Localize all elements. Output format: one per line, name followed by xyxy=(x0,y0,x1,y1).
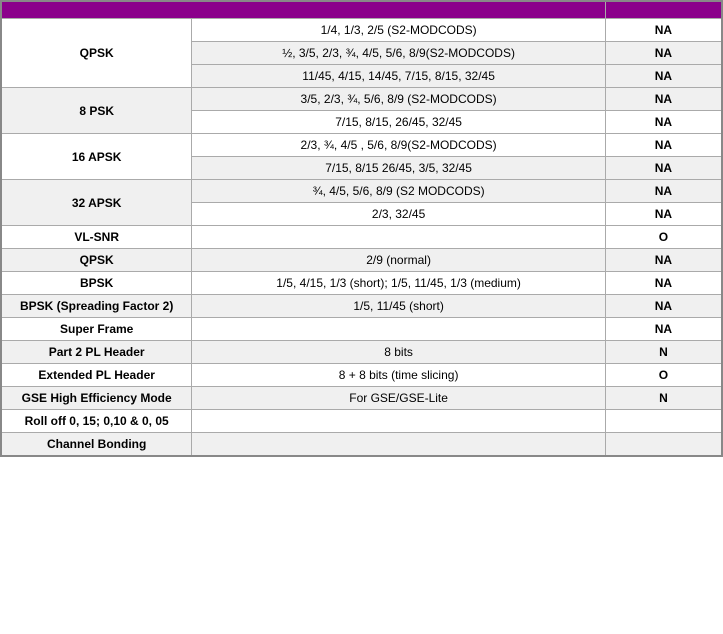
config-cell: 2/9 (normal) xyxy=(192,249,606,272)
modulation-cell: QPSK xyxy=(1,19,192,88)
header-row xyxy=(1,1,722,19)
config-cell: 1/5, 11/45 (short) xyxy=(192,295,606,318)
table-row: BPSK1/5, 4/15, 1/3 (short); 1/5, 11/45, … xyxy=(1,272,722,295)
config-cell xyxy=(192,433,606,457)
table-row: QPSK2/9 (normal)NA xyxy=(1,249,722,272)
modulation-cell: Extended PL Header xyxy=(1,364,192,387)
config-cell: 1/5, 4/15, 1/3 (short); 1/5, 11/45, 1/3 … xyxy=(192,272,606,295)
table-row: Extended PL Header8 + 8 bits (time slici… xyxy=(1,364,722,387)
config-cell: 2/3, ¾, 4/5 , 5/6, 8/9(S2-MODCODS) xyxy=(192,134,606,157)
config-cell: ½, 3/5, 2/3, ¾, 4/5, 5/6, 8/9(S2-MODCODS… xyxy=(192,42,606,65)
table-row: 32 APSK¾, 4/5, 5/6, 8/9 (S2 MODCODS)NA xyxy=(1,180,722,203)
modulation-cell: 8 PSK xyxy=(1,88,192,134)
table-row: Super Frame NA xyxy=(1,318,722,341)
main-table: QPSK1/4, 1/3, 2/5 (S2-MODCODS)NA½, 3/5, … xyxy=(0,0,723,457)
status-cell: NA xyxy=(605,42,722,65)
status-cell: NA xyxy=(605,272,722,295)
table-row: QPSK1/4, 1/3, 2/5 (S2-MODCODS)NA xyxy=(1,19,722,42)
status-cell: O xyxy=(605,364,722,387)
modulation-cell: Channel Bonding xyxy=(1,433,192,457)
config-cell xyxy=(192,318,606,341)
modulation-cell: Super Frame xyxy=(1,318,192,341)
status-cell: NA xyxy=(605,180,722,203)
table-row: BPSK (Spreading Factor 2)1/5, 11/45 (sho… xyxy=(1,295,722,318)
status-cell xyxy=(605,410,722,433)
config-cell xyxy=(192,410,606,433)
config-cell xyxy=(192,226,606,249)
table-row: Channel Bonding xyxy=(1,433,722,457)
modulation-cell: GSE High Efficiency Mode xyxy=(1,387,192,410)
status-cell: NA xyxy=(605,157,722,180)
table-row: Part 2 PL Header8 bitsN xyxy=(1,341,722,364)
config-cell: 2/3, 32/45 xyxy=(192,203,606,226)
status-cell: NA xyxy=(605,295,722,318)
config-cell: 8 bits xyxy=(192,341,606,364)
broadcast-services-header xyxy=(605,1,722,19)
status-cell xyxy=(605,433,722,457)
modulation-cell: VL-SNR xyxy=(1,226,192,249)
config-cell: ¾, 4/5, 5/6, 8/9 (S2 MODCODS) xyxy=(192,180,606,203)
status-cell: O xyxy=(605,226,722,249)
config-cell: 8 + 8 bits (time slicing) xyxy=(192,364,606,387)
modulation-cell: BPSK xyxy=(1,272,192,295)
modulation-cell: 16 APSK xyxy=(1,134,192,180)
table-row: 16 APSK2/3, ¾, 4/5 , 5/6, 8/9(S2-MODCODS… xyxy=(1,134,722,157)
status-cell: NA xyxy=(605,65,722,88)
system-config-header xyxy=(1,1,605,19)
status-cell: NA xyxy=(605,111,722,134)
config-cell: 7/15, 8/15 26/45, 3/5, 32/45 xyxy=(192,157,606,180)
status-cell: N xyxy=(605,387,722,410)
modulation-cell: QPSK xyxy=(1,249,192,272)
status-cell: N xyxy=(605,341,722,364)
config-cell: 3/5, 2/3, ¾, 5/6, 8/9 (S2-MODCODS) xyxy=(192,88,606,111)
status-cell: NA xyxy=(605,203,722,226)
table-row: Roll off 0, 15; 0,10 & 0, 05 xyxy=(1,410,722,433)
table-row: GSE High Efficiency ModeFor GSE/GSE-Lite… xyxy=(1,387,722,410)
modulation-cell: 32 APSK xyxy=(1,180,192,226)
config-cell: For GSE/GSE-Lite xyxy=(192,387,606,410)
status-cell: NA xyxy=(605,88,722,111)
modulation-cell: Part 2 PL Header xyxy=(1,341,192,364)
table-row: 8 PSK3/5, 2/3, ¾, 5/6, 8/9 (S2-MODCODS)N… xyxy=(1,88,722,111)
status-cell: NA xyxy=(605,318,722,341)
config-cell: 7/15, 8/15, 26/45, 32/45 xyxy=(192,111,606,134)
modulation-cell: Roll off 0, 15; 0,10 & 0, 05 xyxy=(1,410,192,433)
modulation-cell: BPSK (Spreading Factor 2) xyxy=(1,295,192,318)
status-cell: NA xyxy=(605,249,722,272)
config-cell: 11/45, 4/15, 14/45, 7/15, 8/15, 32/45 xyxy=(192,65,606,88)
table-row: VL-SNR O xyxy=(1,226,722,249)
config-cell: 1/4, 1/3, 2/5 (S2-MODCODS) xyxy=(192,19,606,42)
status-cell: NA xyxy=(605,19,722,42)
status-cell: NA xyxy=(605,134,722,157)
